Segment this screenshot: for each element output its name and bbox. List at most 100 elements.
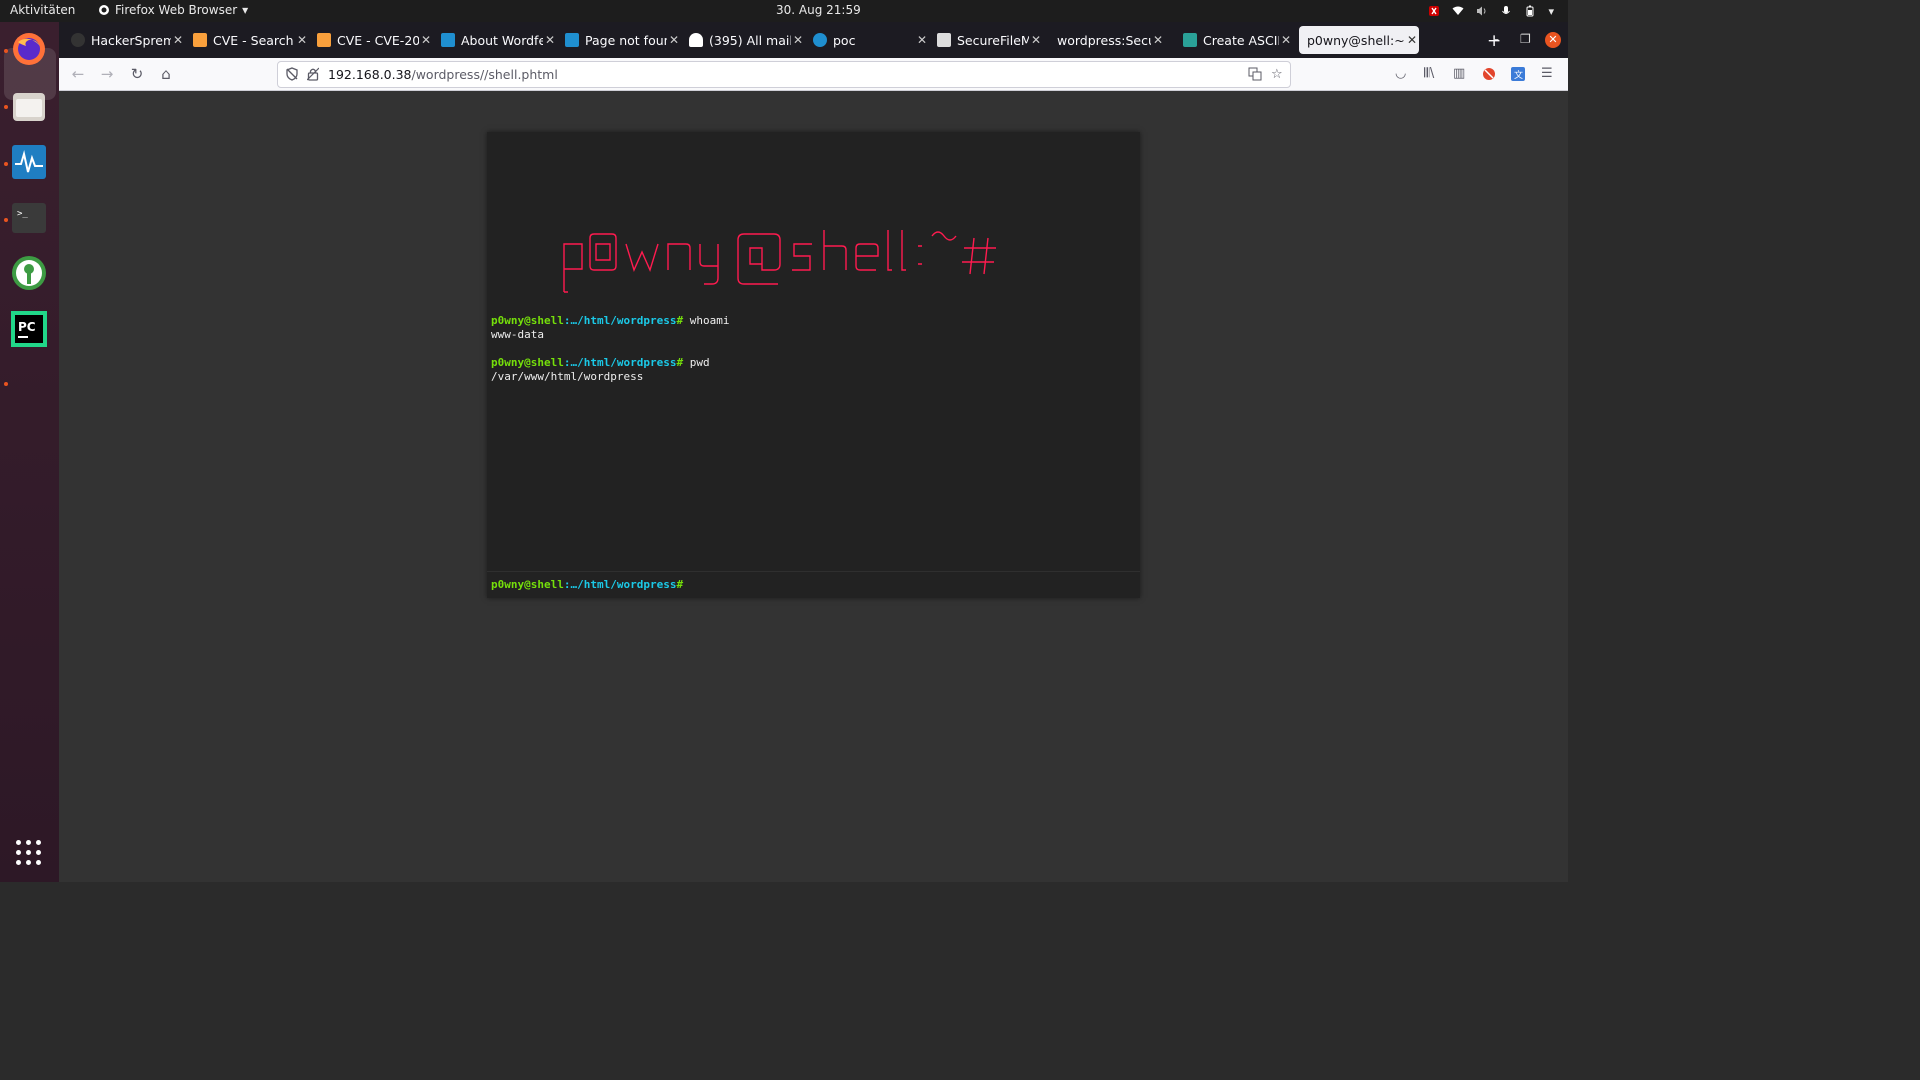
prompt-path: :…/html/wordpress xyxy=(563,578,677,591)
shell-input-row[interactable]: p0wny@shell:…/html/wordpress# xyxy=(487,571,1140,598)
url-bar[interactable]: 192.168.0.38/wordpress//shell.phtml ☆ xyxy=(277,61,1291,88)
translate-icon[interactable] xyxy=(1248,67,1262,81)
tab[interactable]: CVE - CVE-202 ✕ xyxy=(309,26,433,54)
restore-icon[interactable]: ❐ xyxy=(1520,32,1531,46)
minimize-icon[interactable]: – xyxy=(1493,32,1499,46)
prompt-symbol: # xyxy=(676,578,684,591)
page-content: p0wny@shell:…/html/wordpress# whoami www… xyxy=(59,91,1568,882)
running-indicator xyxy=(4,49,8,53)
close-tab-icon[interactable]: ✕ xyxy=(791,33,805,47)
reload-icon[interactable]: ↻ xyxy=(127,65,147,83)
tab-title: (395) All mail | xyxy=(709,32,791,48)
terminal-dock-icon[interactable]: >_ xyxy=(10,199,48,237)
shell-output: p0wny@shell:…/html/wordpress# whoami www… xyxy=(491,314,1131,398)
keepassxc-dock-icon[interactable] xyxy=(10,254,48,292)
dock: >_ PC xyxy=(0,22,59,882)
show-applications-button[interactable] xyxy=(16,840,42,866)
p0wny-shell-ascii-art xyxy=(562,230,996,293)
firefox-dock-icon[interactable] xyxy=(10,30,48,68)
url-path: /wordpress//shell.phtml xyxy=(411,67,558,82)
tab[interactable]: Page not foun ✕ xyxy=(557,26,681,54)
shell-history-entry: p0wny@shell:…/html/wordpress# whoami www… xyxy=(491,314,1131,342)
prompt-user: p0wny@shell xyxy=(491,314,564,327)
close-tab-icon[interactable]: ✕ xyxy=(1279,33,1293,47)
system-monitor-dock-icon[interactable] xyxy=(10,143,48,181)
ublock-extension-icon[interactable] xyxy=(1482,67,1496,81)
activities-button[interactable]: Aktivitäten xyxy=(10,3,75,17)
tab[interactable]: SecureFileMar ✕ xyxy=(929,26,1043,54)
close-tab-icon[interactable]: ✕ xyxy=(915,33,929,47)
tab[interactable]: About Wordfe ✕ xyxy=(433,26,557,54)
close-tab-icon[interactable]: ✕ xyxy=(171,33,185,47)
library-icon[interactable]: 𝄃𝄃\ xyxy=(1424,66,1434,81)
github-icon xyxy=(71,33,85,47)
close-tab-icon[interactable]: ✕ xyxy=(295,33,309,47)
close-tab-icon[interactable]: ✕ xyxy=(667,33,681,47)
prompt-user: p0wny@shell xyxy=(491,578,564,591)
tab[interactable]: (395) All mail | ✕ xyxy=(681,26,805,54)
tab-title: p0wny@shell:~# xyxy=(1307,32,1405,48)
ascii-generator-icon xyxy=(1183,33,1197,47)
plugin-icon xyxy=(937,33,951,47)
close-tab-icon[interactable]: ✕ xyxy=(1029,33,1043,47)
tab[interactable]: wordpress:Secure ✕ xyxy=(1049,26,1165,54)
tab[interactable]: HackerSpreme ✕ xyxy=(63,26,185,54)
close-tab-icon[interactable]: ✕ xyxy=(543,33,557,47)
svg-text:>_: >_ xyxy=(17,209,28,219)
running-indicator xyxy=(4,382,8,386)
app-menu-label: Firefox Web Browser xyxy=(115,3,238,17)
system-tray[interactable]: ▾ xyxy=(1428,2,1554,20)
pocket-icon[interactable]: ◡ xyxy=(1395,66,1406,81)
prompt-path: :…/html/wordpress xyxy=(563,356,677,369)
pycharm-dock-icon[interactable]: PC xyxy=(10,310,48,348)
tab-active[interactable]: p0wny@shell:~# ✕ xyxy=(1299,26,1419,54)
translate-extension-icon[interactable]: 文 xyxy=(1511,67,1525,81)
insecure-lock-icon[interactable] xyxy=(307,67,319,81)
command-output: /var/www/html/wordpress xyxy=(491,370,644,383)
volume-icon[interactable] xyxy=(1476,5,1488,17)
sidebar-icon[interactable]: ▥ xyxy=(1453,66,1465,81)
close-tab-icon[interactable]: ✕ xyxy=(419,33,433,47)
command-output: www-data xyxy=(491,328,544,341)
chevron-down-icon[interactable]: ▾ xyxy=(1548,5,1554,18)
url-text[interactable]: 192.168.0.38/wordpress//shell.phtml xyxy=(328,67,558,82)
window-close-icon[interactable]: ✕ xyxy=(1545,32,1561,48)
back-icon[interactable]: ← xyxy=(68,65,88,83)
wifi-icon[interactable] xyxy=(1452,5,1464,17)
shell-window: p0wny@shell:…/html/wordpress# whoami www… xyxy=(487,132,1140,598)
running-indicator xyxy=(4,162,8,166)
microphone-icon[interactable] xyxy=(1500,5,1512,17)
app-menu[interactable]: Firefox Web Browser ▾ xyxy=(98,3,248,17)
command-text: pwd xyxy=(689,356,710,369)
tab-title: Page not foun xyxy=(585,32,667,48)
app-indicator-icon[interactable] xyxy=(1428,5,1440,17)
shell-command-input[interactable] xyxy=(689,578,1110,591)
firefox-small-icon xyxy=(99,5,109,15)
tracking-protection-icon[interactable] xyxy=(285,67,299,81)
tab[interactable]: Create ASCII A ✕ xyxy=(1175,26,1293,54)
battery-icon[interactable] xyxy=(1524,5,1536,17)
tab-title: CVE - CVE-202 xyxy=(337,32,419,48)
tab-title: SecureFileMar xyxy=(957,32,1029,48)
tab-title: CVE - Search R xyxy=(213,32,295,48)
navigation-bar: ← → ↻ ⌂ 192.168.0.38/wordpress//shell.ph… xyxy=(59,58,1568,91)
prompt-symbol: # xyxy=(676,314,684,327)
close-tab-icon[interactable]: ✕ xyxy=(1405,33,1419,47)
command-line: p0wny@shell:…/html/wordpress# whoami xyxy=(491,314,1131,328)
tab[interactable]: poc ✕ xyxy=(805,26,929,54)
tab[interactable]: CVE - Search R ✕ xyxy=(185,26,309,54)
clock[interactable]: 30. Aug 21:59 xyxy=(776,3,861,17)
tab-strip: HackerSpreme ✕ CVE - Search R ✕ CVE - CV… xyxy=(59,22,1568,58)
svg-text:PC: PC xyxy=(18,320,36,334)
close-tab-icon[interactable]: ✕ xyxy=(1151,33,1165,47)
hamburger-menu-icon[interactable]: ☰ xyxy=(1541,66,1553,81)
forward-icon[interactable]: → xyxy=(97,65,117,83)
home-icon[interactable]: ⌂ xyxy=(156,65,176,83)
bookmark-star-icon[interactable]: ☆ xyxy=(1271,67,1283,82)
tab-title: About Wordfe xyxy=(461,32,543,48)
prompt-user: p0wny@shell xyxy=(491,356,564,369)
files-dock-icon[interactable] xyxy=(10,88,48,126)
tab-title: HackerSpreme xyxy=(91,32,171,48)
running-indicator xyxy=(4,218,8,222)
cve-icon xyxy=(317,33,331,47)
